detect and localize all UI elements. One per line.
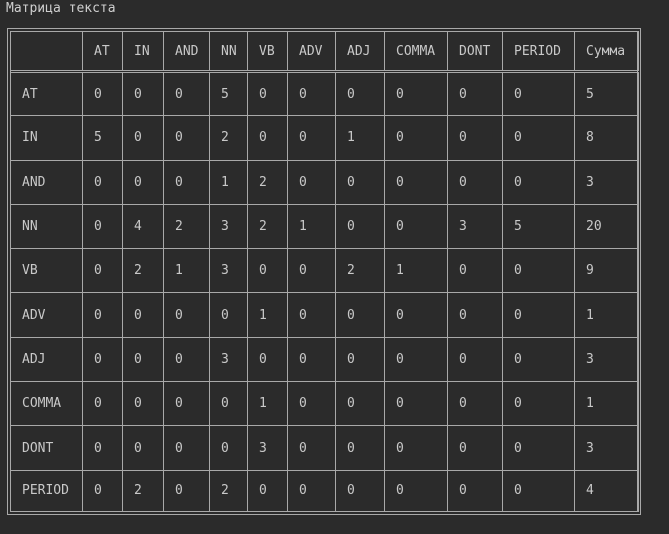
output-title: Матрица текста [6,1,116,16]
table-inner-frame [10,31,638,512]
